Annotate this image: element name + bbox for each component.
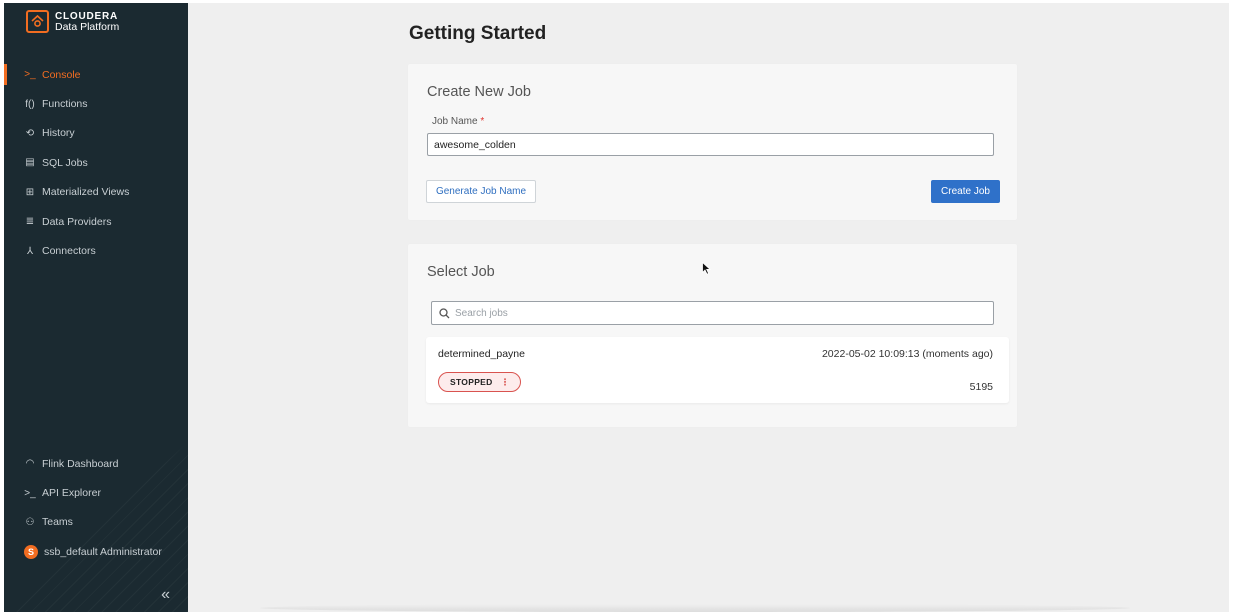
sidebar-item-label: Data Providers (42, 215, 112, 228)
search-placeholder: Search jobs (455, 307, 508, 319)
materialized-views-icon: ⊞ (25, 186, 35, 198)
sidebar-item-label: History (42, 127, 75, 140)
generate-job-name-button[interactable]: Generate Job Name (426, 180, 536, 203)
select-job-card: Select Job Search jobs determined_payne … (408, 244, 1017, 427)
status-label: STOPPED (450, 377, 493, 387)
job-name: determined_payne (438, 348, 525, 360)
dashboard-gauge-icon: ◠ (25, 458, 35, 470)
create-job-button[interactable]: Create Job (931, 180, 1000, 203)
sidebar-item-flink-dashboard[interactable]: ◠ Flink Dashboard (4, 449, 188, 478)
sidebar-item-connectors[interactable]: ⅄ Connectors (4, 236, 188, 265)
select-job-title: Select Job (427, 264, 495, 280)
mouse-cursor-icon (702, 262, 711, 275)
page-title: Getting Started (409, 23, 547, 44)
terminal-icon: >_ (24, 69, 36, 81)
sidebar-main-nav: >_ Console f() Functions ⟲ History ▤ SQL… (4, 60, 188, 266)
user-name-label: ssb_default Administrator (44, 545, 162, 558)
avatar: S (24, 544, 38, 559)
app-frame: CLOUDERA Data Platform >_ Console f() Fu… (0, 0, 1233, 615)
job-id: 5195 (969, 381, 993, 393)
status-badge[interactable]: STOPPED ⋮ (438, 372, 521, 392)
cloudera-logo-icon (26, 10, 49, 33)
terminal-icon: >_ (24, 487, 36, 499)
sidebar-item-label: Connectors (42, 245, 96, 258)
sidebar: CLOUDERA Data Platform >_ Console f() Fu… (4, 3, 188, 612)
sidebar-item-label: Materialized Views (42, 186, 130, 199)
create-job-title: Create New Job (427, 84, 531, 100)
sidebar-item-teams[interactable]: ⚇ Teams (4, 508, 188, 537)
search-jobs-input[interactable]: Search jobs (431, 301, 994, 325)
sidebar-item-api-explorer[interactable]: >_ API Explorer (4, 478, 188, 507)
sidebar-item-history[interactable]: ⟲ History (4, 119, 188, 148)
main-content: Getting Started Create New Job Job Name … (188, 3, 1229, 612)
sidebar-item-functions[interactable]: f() Functions (4, 89, 188, 118)
sidebar-item-label: Functions (42, 98, 88, 111)
teams-icon: ⚇ (25, 516, 35, 528)
sidebar-item-user[interactable]: S ssb_default Administrator (4, 537, 188, 566)
job-name-value: awesome_colden (434, 138, 516, 151)
job-timestamp: 2022-05-02 10:09:13 (moments ago) (821, 348, 993, 360)
sidebar-item-console[interactable]: >_ Console (4, 60, 188, 89)
kebab-menu-icon[interactable]: ⋮ (501, 377, 510, 388)
sql-jobs-icon: ▤ (25, 157, 35, 169)
sidebar-item-sql-jobs[interactable]: ▤ SQL Jobs (4, 148, 188, 177)
brand-name: CLOUDERA (55, 10, 119, 22)
sidebar-bottom-nav: ◠ Flink Dashboard >_ API Explorer ⚇ Team… (4, 449, 188, 567)
connectors-icon: ⅄ (26, 245, 34, 257)
job-name-label: Job Name * (432, 116, 484, 127)
sidebar-item-materialized-views[interactable]: ⊞ Materialized Views (4, 178, 188, 207)
brand[interactable]: CLOUDERA Data Platform (26, 10, 119, 33)
sidebar-item-label: API Explorer (42, 487, 101, 500)
function-icon: f() (25, 98, 35, 110)
sidebar-item-label: Teams (42, 516, 73, 529)
search-icon (439, 307, 450, 318)
job-name-label-text: Job Name (432, 116, 478, 127)
required-marker: * (480, 116, 485, 127)
collapse-sidebar-icon[interactable]: « (161, 586, 170, 604)
sidebar-item-label: SQL Jobs (42, 156, 88, 169)
data-providers-icon: ≣ (25, 216, 35, 228)
sidebar-item-data-providers[interactable]: ≣ Data Providers (4, 207, 188, 236)
job-list-item[interactable]: determined_payne 2022-05-02 10:09:13 (mo… (426, 337, 1009, 403)
sidebar-item-label: Console (42, 68, 81, 81)
bottom-shadow-decoration (260, 604, 1130, 612)
job-name-input[interactable]: awesome_colden (427, 133, 994, 156)
brand-product: Data Platform (55, 20, 120, 33)
sidebar-item-label: Flink Dashboard (42, 457, 119, 470)
history-icon: ⟲ (25, 127, 35, 139)
create-job-card: Create New Job Job Name * awesome_colden… (408, 64, 1017, 220)
